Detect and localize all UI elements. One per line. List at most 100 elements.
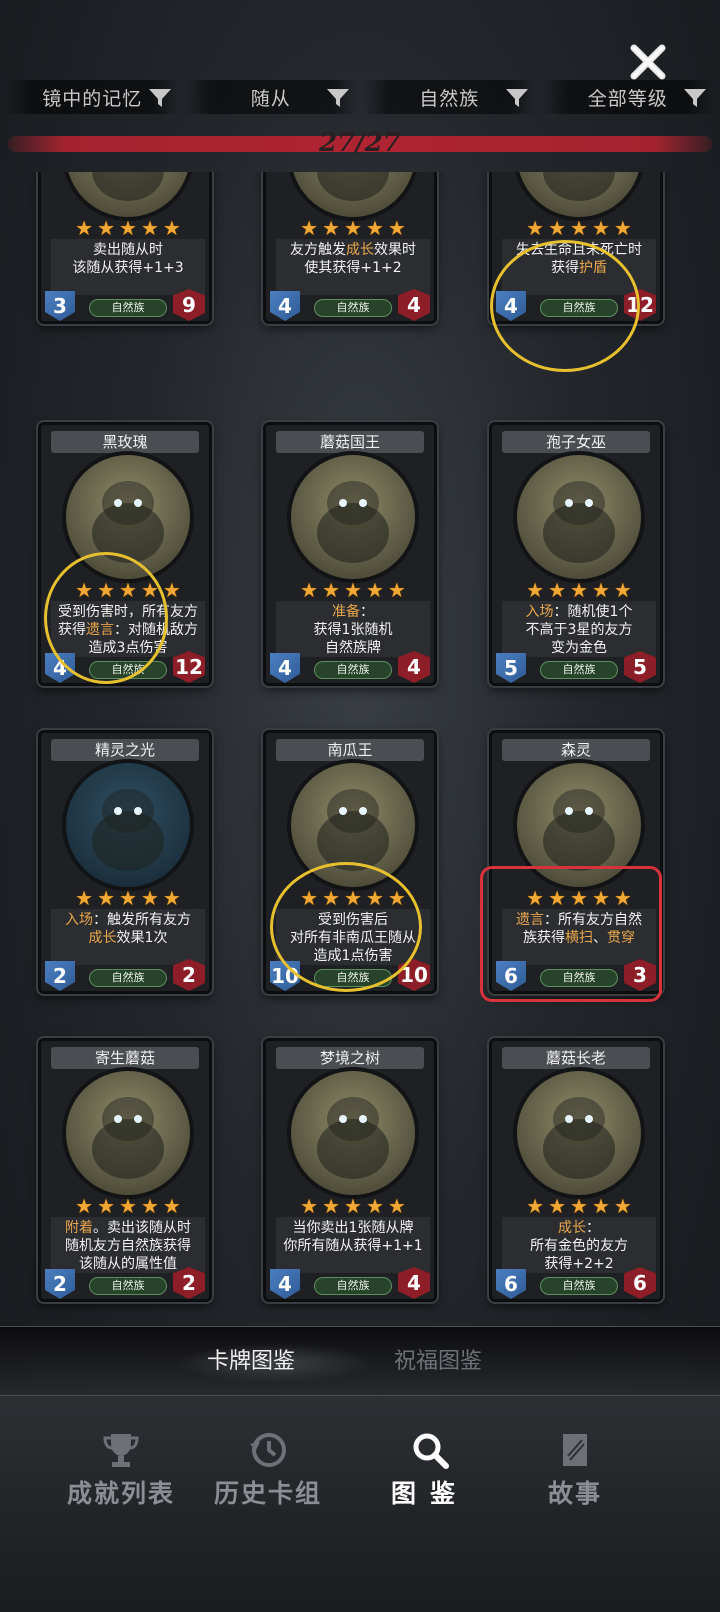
star-icon: ★ xyxy=(75,578,94,602)
funnel-icon xyxy=(684,89,706,107)
close-button[interactable] xyxy=(626,40,670,84)
minion-card[interactable]: 孢子女巫 ★ ★ ★ ★ ★ 入场：随机使1个 不高于3星的友方 变为金色 5 自然族 5 xyxy=(489,422,663,686)
health-badge: 2 xyxy=(173,1267,205,1299)
description-line: 该随从获得+1+3 xyxy=(72,260,184,276)
magnifier-icon xyxy=(413,1433,449,1469)
star-icon: ★ xyxy=(97,216,116,240)
health-badge: 2 xyxy=(173,959,205,991)
attack-badge: 4 xyxy=(45,653,75,683)
card-name: 寄生蘑菇 xyxy=(51,1047,199,1069)
star-icon: ★ xyxy=(570,886,588,910)
minion-card[interactable]: 蘑菇长老 ★ ★ ★ ★ ★ 成长： 所有金色的友方 获得+2+2 6 自然族 6 xyxy=(489,1038,663,1302)
tribe-tag: 自然族 xyxy=(89,1277,167,1295)
filter-tribe[interactable]: 自然族 xyxy=(363,80,536,114)
star-rating: ★ ★ ★ ★ ★ xyxy=(500,1195,658,1217)
star-icon: ★ xyxy=(613,216,632,240)
minion-card[interactable]: 梦境之树 ★ ★ ★ ★ ★ 当你卖出1张随从牌 你所有随从获得+1+1 4 自然族 4 xyxy=(263,1038,437,1302)
minion-card[interactable]: 精灵之光 ★ ★ ★ ★ ★ 入场：触发所有友方 成长效果1次 2 自然族 2 xyxy=(38,730,212,994)
star-icon: ★ xyxy=(591,216,610,240)
minion-card[interactable]: 蘑菇国王 ★ ★ ★ ★ ★ 准备： 获得1张随机 自然族牌 4 自然族 4 xyxy=(263,422,437,686)
description-line: 所有金色的友方 xyxy=(530,1238,628,1254)
filter-label: 全部等级 xyxy=(587,87,668,110)
description-line: 准备： xyxy=(332,604,374,620)
card-description: 卖出随从时该随从获得+1+3 xyxy=(51,239,205,295)
creature-art-icon xyxy=(92,1097,164,1179)
star-icon: ★ xyxy=(300,1194,319,1218)
star-icon: ★ xyxy=(300,216,319,240)
star-icon: ★ xyxy=(591,1194,610,1218)
minion-card[interactable]: 森灵 ★ ★ ★ ★ ★ 遗言：所有友方自然 族获得横扫、贯穿 6 自然族 3 xyxy=(489,730,663,994)
nav-story[interactable]: 故事 xyxy=(500,1430,650,1510)
keyword-highlight: 入场 xyxy=(525,604,554,620)
star-icon: ★ xyxy=(526,216,545,240)
minion-card[interactable]: ★ ★ ★ ★ ★ 卖出随从时 该随从获得+1+3 3 自然族 9 xyxy=(38,172,212,324)
minion-card[interactable]: ★ ★ ★ ★ ★ 友方触发成长效果时 使其获得+1+2 4 自然族 4 xyxy=(263,172,437,324)
minion-card[interactable]: 南瓜王 ★ ★ ★ ★ ★ 受到伤害后 对所有非南瓜王随从 造成1点伤害 10 自然族 10 xyxy=(263,730,437,994)
description-line: 受到伤害后 xyxy=(318,912,388,928)
nav-label: 故事 xyxy=(547,1479,602,1508)
minion-card[interactable]: 寄生蘑菇 ★ ★ ★ ★ ★ 附着。卖出该随从时 随机友方自然族获得 该随从的属性值 2 自然族 2 xyxy=(38,1038,212,1302)
card-description: 遗言：所有友方自然 族获得横扫、贯穿 xyxy=(502,909,656,965)
keyword-highlight: 入场 xyxy=(65,912,93,928)
card-portrait xyxy=(62,451,194,583)
description-line: 你所有随从获得+1+1 xyxy=(283,1238,423,1254)
card-name: 蘑菇国王 xyxy=(276,431,424,453)
description-line: 当你卖出1张随从牌 xyxy=(292,1220,414,1236)
nav-label: 图鉴 xyxy=(390,1479,469,1508)
tribe-tag: 自然族 xyxy=(314,1277,392,1295)
card-portrait xyxy=(513,759,645,891)
creature-art-icon xyxy=(317,172,389,201)
nav-achievements[interactable]: 成就列表 xyxy=(46,1430,196,1510)
star-icon: ★ xyxy=(570,578,588,602)
health-badge: 6 xyxy=(624,1267,656,1299)
nav-codex[interactable]: 图鉴 xyxy=(355,1430,505,1510)
tab-blessing-codex[interactable]: 祝福图鉴 xyxy=(394,1343,482,1375)
creature-art-icon xyxy=(317,1097,389,1179)
creature-art-icon xyxy=(543,172,615,201)
tribe-tag: 自然族 xyxy=(540,969,618,987)
card-grid[interactable]: ★ ★ ★ ★ ★ 卖出随从时 该随从获得+1+3 3 自然族 9 ★ ★ ★ ★ ★ 友方触发成长效果时 使其… xyxy=(0,172,720,1320)
health-badge: 4 xyxy=(398,651,430,683)
creature-art-icon xyxy=(543,1097,615,1179)
nav-history-decks[interactable]: 历史卡组 xyxy=(193,1430,343,1510)
history-clock-icon xyxy=(250,1433,286,1467)
star-rating: ★ ★ ★ ★ ★ xyxy=(274,1195,432,1217)
description-line: 获得1张随机 xyxy=(313,622,393,638)
star-icon: ★ xyxy=(119,216,137,240)
star-icon: ★ xyxy=(570,1194,588,1218)
star-icon: ★ xyxy=(613,578,632,602)
star-icon: ★ xyxy=(591,886,610,910)
card-portrait xyxy=(513,172,645,221)
tribe-tag: 自然族 xyxy=(89,661,167,679)
star-icon: ★ xyxy=(119,578,137,602)
card-portrait xyxy=(513,451,645,583)
nav-label: 历史卡组 xyxy=(213,1479,322,1508)
tab-card-codex[interactable]: 卡牌图鉴 xyxy=(207,1343,295,1375)
star-icon: ★ xyxy=(322,886,341,910)
attack-badge: 4 xyxy=(270,291,300,321)
card-description: 友方触发成长效果时 使其获得+1+2 xyxy=(276,239,430,295)
tribe-tag: 自然族 xyxy=(89,969,167,987)
description-line: 卖出随从时 xyxy=(93,242,163,258)
star-rating: ★ ★ ★ ★ ★ xyxy=(500,217,658,239)
description-line: 入场：触发所有友方 xyxy=(65,912,191,928)
filter-collection[interactable]: 镜中的记忆 xyxy=(6,80,179,114)
health-badge: 12 xyxy=(624,289,656,321)
subtab-bar: 卡牌图鉴 祝福图鉴 xyxy=(0,1326,720,1396)
tribe-tag: 自然族 xyxy=(314,299,392,317)
attack-badge: 10 xyxy=(270,961,300,991)
creature-art-icon xyxy=(543,481,615,563)
card-portrait xyxy=(287,759,419,891)
minion-card[interactable]: 黑玫瑰 ★ ★ ★ ★ ★ 受到伤害时，所有友方 获得遗言：对随机敌方 造成3点伤害 4 自然族 12 xyxy=(38,422,212,686)
star-rating: ★ ★ ★ ★ ★ xyxy=(274,579,432,601)
star-icon: ★ xyxy=(570,216,588,240)
health-badge: 4 xyxy=(398,289,430,321)
card-description: 入场：触发所有友方 成长效果1次 xyxy=(51,909,205,965)
star-icon: ★ xyxy=(75,1194,94,1218)
health-badge: 10 xyxy=(398,959,430,991)
star-icon: ★ xyxy=(322,1194,341,1218)
filter-label: 随从 xyxy=(250,87,291,110)
filter-card-type[interactable]: 随从 xyxy=(184,80,357,114)
minion-card[interactable]: ★ ★ ★ ★ ★ 失去生命且未死亡时 获得护盾 4 自然族 12 xyxy=(489,172,663,324)
filter-level[interactable]: 全部等级 xyxy=(541,80,714,114)
